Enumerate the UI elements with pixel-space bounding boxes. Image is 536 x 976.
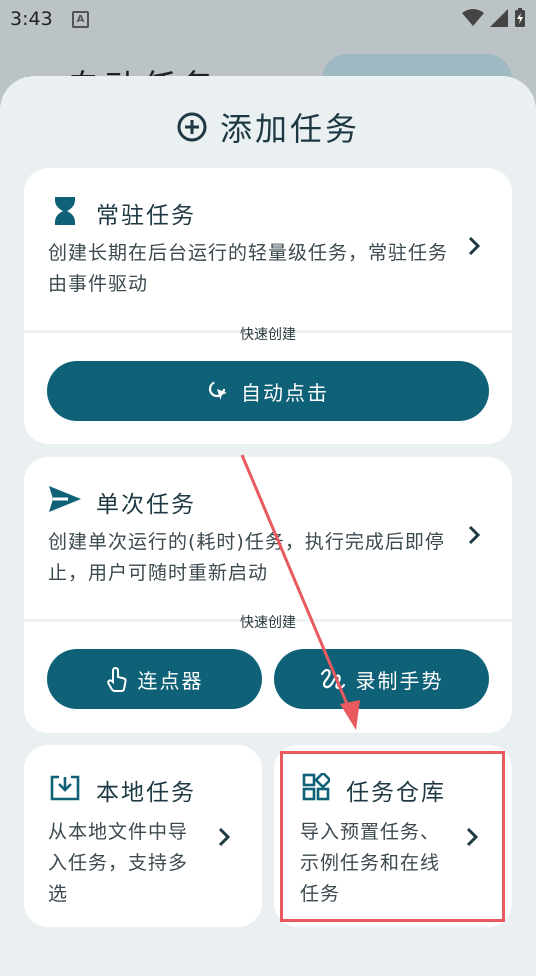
resident-task-card[interactable]: 常驻任务 创建长期在后台运行的轻量级任务，常驻任务由事件驱动 快速创建 自动点击 [24, 168, 512, 444]
quick-create-label: 快速创建 [240, 327, 296, 343]
battery-icon [515, 8, 525, 27]
sheet-title: 添加任务 [219, 110, 360, 148]
tap-finger-icon [106, 666, 127, 692]
wifi-icon [462, 9, 484, 26]
annotation-highlight-box [280, 751, 505, 922]
notification-icon: A [72, 11, 89, 28]
add-circle-icon [177, 112, 207, 142]
download-box-icon [50, 775, 80, 801]
record-gesture-button[interactable]: 录制手势 [274, 649, 489, 709]
click-cursor-icon [208, 380, 227, 400]
single-task-card[interactable]: 单次任务 创建单次运行的(耗时)任务，执行完成后即停止，用户可随时重新启动 快速… [24, 457, 512, 733]
local-task-desc: 从本地文件中导入任务，支持多选 [48, 821, 189, 905]
status-time: 3:43 [10, 8, 53, 30]
auto-clicker-button[interactable]: 连点器 [47, 649, 262, 709]
chevron-right-icon [468, 525, 481, 545]
chevron-right-icon [218, 827, 231, 847]
resident-task-desc: 创建长期在后台运行的轻量级任务，常驻任务由事件驱动 [48, 242, 449, 295]
local-task-title: 本地任务 [96, 780, 196, 806]
auto-click-button[interactable]: 自动点击 [47, 361, 489, 421]
single-task-title: 单次任务 [96, 492, 196, 518]
quick-create-label: 快速创建 [240, 615, 296, 631]
auto-clicker-label: 连点器 [137, 668, 204, 693]
chevron-right-icon [468, 236, 481, 256]
status-bar: 3:43 A [0, 0, 536, 38]
signal-icon [490, 9, 508, 27]
single-task-desc: 创建单次运行的(耗时)任务，执行完成后即停止，用户可随时重新启动 [48, 531, 445, 584]
local-task-card[interactable]: 本地任务 从本地文件中导入任务，支持多选 [24, 745, 262, 927]
auto-click-label: 自动点击 [241, 380, 329, 405]
gesture-icon [320, 668, 345, 690]
hourglass-icon [55, 197, 75, 225]
send-icon [49, 486, 81, 512]
sheet-header: 添加任务 [0, 104, 536, 150]
resident-task-title: 常驻任务 [96, 203, 196, 229]
record-gesture-label: 录制手势 [355, 668, 444, 693]
